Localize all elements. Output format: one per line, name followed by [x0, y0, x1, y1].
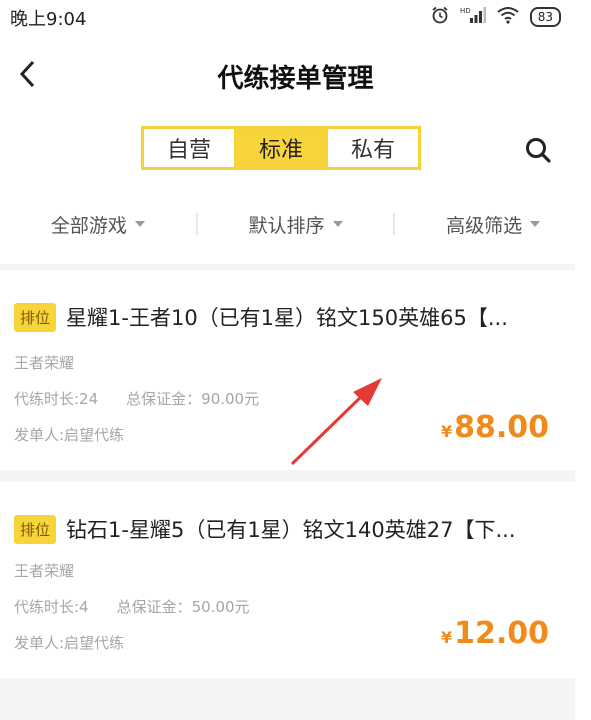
filter-all-games[interactable]: 全部游戏: [0, 211, 196, 238]
filter-bar: 全部游戏 默认排序 高级筛选: [0, 198, 591, 250]
order-list: 排位 星耀1-王者10（已有1星）铭文150英雄65【... 王者荣耀 代练时长…: [0, 264, 575, 720]
order-duration: 代练时长:4: [14, 598, 89, 616]
page-title: 代练接单管理: [217, 64, 374, 94]
status-time: 晚上9:04: [10, 9, 87, 30]
order-meta-row: 代练时长:4 总保证金：50.00元: [14, 596, 250, 617]
battery-icon: 83: [529, 7, 561, 27]
order-title-row: 排位 钻石1-星耀5（已有1星）铭文140英雄27【下...: [14, 514, 516, 544]
search-icon: [526, 138, 551, 163]
status-icons: HD 83: [430, 5, 561, 29]
order-game: 王者荣耀: [14, 354, 75, 372]
search-button[interactable]: [520, 132, 556, 168]
order-tag: 排位: [14, 514, 57, 544]
order-title: 钻石1-星耀5（已有1星）铭文140英雄27【下...: [66, 518, 516, 542]
status-bar: 晚上9:04 HD 83: [0, 0, 591, 34]
currency-symbol: ¥: [440, 628, 453, 647]
wifi-icon: [496, 6, 520, 28]
signal-icon: HD: [460, 6, 486, 28]
caret-down-icon: [134, 221, 145, 227]
order-price-value: 12.00: [454, 616, 549, 651]
order-tag: 排位: [14, 302, 57, 332]
filter-label: 全部游戏: [50, 214, 127, 237]
mode-segmented-control: 自营 标准 私有: [141, 126, 421, 170]
order-game: 王者荣耀: [14, 562, 75, 580]
network-type-label: HD: [460, 7, 471, 15]
filter-default-sort[interactable]: 默认排序: [198, 211, 394, 238]
caret-down-icon: [530, 221, 541, 227]
filter-label: 高级筛选: [446, 214, 523, 237]
order-title: 星耀1-王者10（已有1星）铭文150英雄65【...: [66, 306, 508, 330]
caret-down-icon: [332, 221, 343, 227]
filter-label: 默认排序: [248, 214, 325, 237]
alarm-icon: [430, 5, 450, 29]
order-price: ¥12.00: [441, 616, 549, 651]
order-publisher: 发单人:启望代练: [14, 426, 125, 444]
order-price: ¥88.00: [441, 410, 549, 445]
order-title-row: 排位 星耀1-王者10（已有1星）铭文150英雄65【...: [14, 302, 508, 332]
filter-advanced[interactable]: 高级筛选: [395, 211, 591, 238]
order-card[interactable]: 排位 星耀1-王者10（已有1星）铭文150英雄65【... 王者荣耀 代练时长…: [0, 270, 575, 470]
order-publisher: 发单人:启望代练: [14, 634, 125, 652]
tab-private[interactable]: 私有: [326, 129, 418, 167]
order-card[interactable]: 排位 钻石1-星耀5（已有1星）铭文140英雄27【下... 王者荣耀 代练时长…: [0, 482, 575, 678]
order-duration: 代练时长:24: [14, 390, 99, 408]
app-bar: 代练接单管理: [0, 40, 591, 108]
order-deposit: 总保证金：90.00元: [126, 390, 260, 408]
tab-self-operated[interactable]: 自营: [144, 129, 234, 167]
currency-symbol: ¥: [440, 422, 453, 441]
order-deposit: 总保证金：50.00元: [116, 598, 250, 616]
order-price-value: 88.00: [454, 410, 549, 445]
tab-standard[interactable]: 标准: [234, 129, 326, 167]
order-meta-row: 代练时长:24 总保证金：90.00元: [14, 388, 259, 409]
